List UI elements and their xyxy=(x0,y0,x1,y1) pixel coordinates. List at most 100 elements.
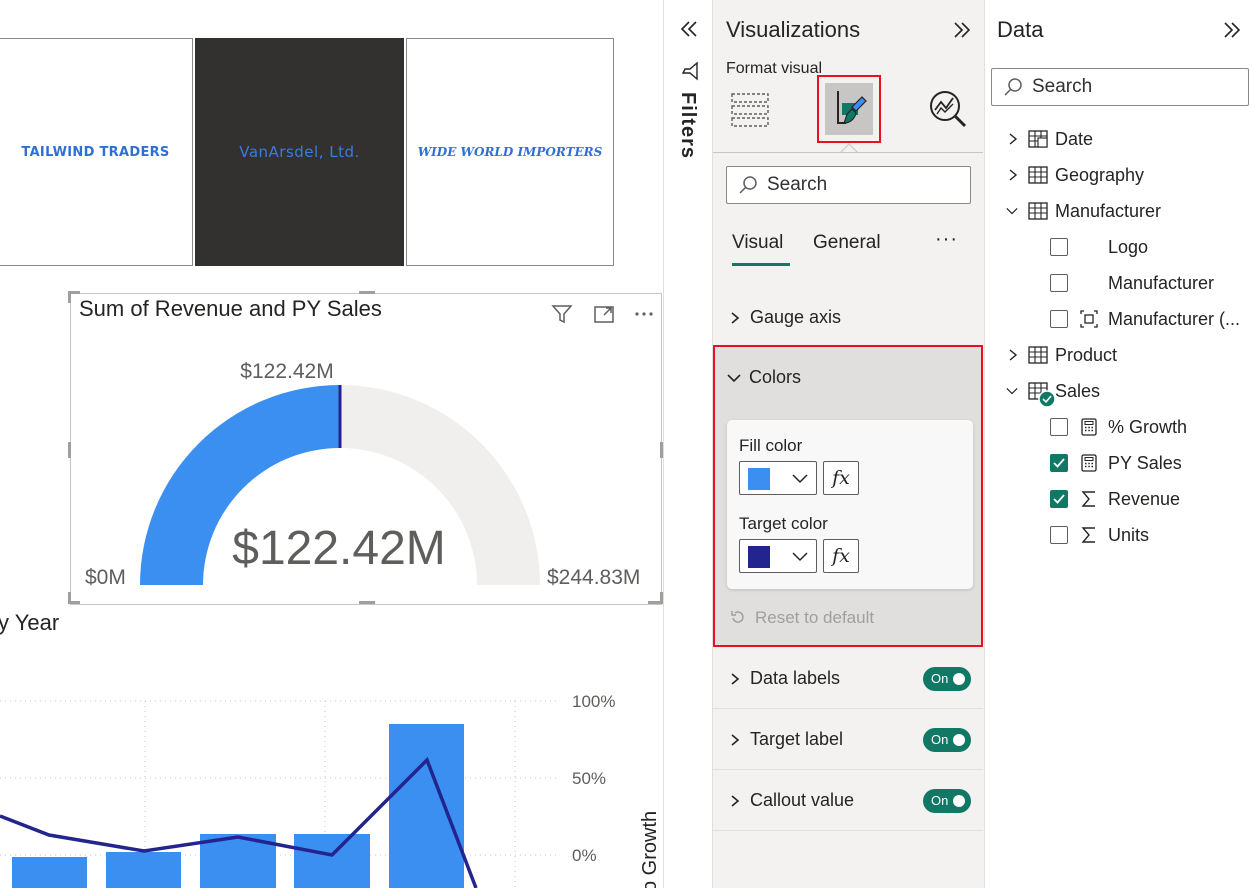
logo-text: VanArsdel, Ltd. xyxy=(239,143,360,161)
target-color-picker[interactable] xyxy=(739,539,817,573)
pane-title: Visualizations xyxy=(726,17,861,42)
chevron-right-icon xyxy=(1009,133,1018,145)
collapse-right-icon[interactable] xyxy=(1221,19,1243,41)
section-colors: Colors Fill color fx Target color fx Res… xyxy=(713,345,983,647)
resize-handle[interactable] xyxy=(648,601,660,604)
tree-label: PY Sales xyxy=(1108,452,1182,473)
combo-chart[interactable]: 100% 50% 0% o Growth xyxy=(0,680,663,888)
tree-label: Manufacturer xyxy=(1108,272,1215,293)
bar[interactable] xyxy=(294,834,370,888)
tree-label: Manufacturer (... xyxy=(1108,308,1241,329)
target-color-swatch xyxy=(748,546,770,568)
data-labels-toggle[interactable]: On xyxy=(923,666,971,691)
colors-card: Fill color fx Target color fx xyxy=(727,420,973,589)
bar[interactable] xyxy=(12,857,87,888)
toggle-label: On xyxy=(931,731,949,747)
field-checkbox[interactable] xyxy=(1050,238,1068,256)
reset-icon xyxy=(731,611,744,623)
fill-color-picker[interactable] xyxy=(739,461,817,495)
tree-field[interactable]: Revenue xyxy=(985,481,1251,517)
resize-handle[interactable] xyxy=(68,592,71,604)
logo-tile-tailwind[interactable]: TAILWIND TRADERS xyxy=(0,38,193,266)
gauge-visual[interactable]: Sum of Revenue and PY Sales $122.42M $12… xyxy=(68,291,663,605)
filter-icon xyxy=(681,61,698,81)
fill-color-swatch xyxy=(748,468,770,490)
filters-pane-collapsed[interactable]: Filters xyxy=(663,0,712,888)
tree-label: Date xyxy=(1055,128,1094,149)
section-gauge-axis[interactable]: Gauge axis xyxy=(713,288,983,348)
search-icon xyxy=(1004,78,1022,96)
reset-to-default-button[interactable]: Reset to default xyxy=(729,608,874,628)
tree-field[interactable]: Manufacturer xyxy=(985,265,1251,301)
gauge-max-label: $244.83M xyxy=(547,566,640,589)
field-checkbox[interactable] xyxy=(1050,310,1068,328)
expand-left-icon[interactable] xyxy=(678,18,700,40)
chevron-right-icon xyxy=(1009,169,1018,181)
tree-table-geography[interactable]: Geography xyxy=(985,157,1251,193)
callout-value-toggle[interactable]: On xyxy=(923,788,971,813)
tree-label: Units xyxy=(1108,524,1150,545)
tree-table-manufacturer[interactable]: Manufacturer xyxy=(985,193,1251,229)
section-callout-value[interactable]: Callout value On xyxy=(713,771,983,831)
fill-color-fx-button[interactable]: fx xyxy=(823,461,859,495)
chevron-down-icon xyxy=(792,552,808,562)
fill-color-label: Fill color xyxy=(739,436,803,455)
gauge-min-label: $0M xyxy=(85,566,126,589)
bar[interactable] xyxy=(106,852,181,888)
field-checkbox-checked[interactable] xyxy=(1050,454,1068,472)
analytics-icon[interactable] xyxy=(927,88,969,130)
chevron-right-icon xyxy=(731,733,740,746)
resize-handle[interactable] xyxy=(68,291,71,303)
viz-search-box[interactable] xyxy=(726,166,971,204)
data-search-box[interactable] xyxy=(991,68,1249,106)
tree-field[interactable]: PY Sales xyxy=(985,445,1251,481)
tab-general[interactable]: General xyxy=(813,232,881,254)
axis-tick: 100% xyxy=(572,692,615,711)
search-input[interactable] xyxy=(1032,76,1202,98)
tree-table-product[interactable]: Product xyxy=(985,337,1251,373)
gauge-target-label: $122.42M xyxy=(240,360,333,383)
axis-tick: 0% xyxy=(572,846,597,865)
colors-header[interactable]: Colors xyxy=(727,367,801,388)
logo-tile-wide-world[interactable]: WIDE WORLD IMPORTERS xyxy=(406,38,614,266)
field-checkbox[interactable] xyxy=(1050,274,1068,292)
tree-field[interactable]: % Growth xyxy=(985,409,1251,445)
tree-label: Logo xyxy=(1108,236,1149,257)
more-options-button[interactable]: ··· xyxy=(935,228,958,251)
pane-title: Data xyxy=(997,17,1044,42)
filters-label[interactable]: Filters xyxy=(676,92,699,159)
chevron-right-icon xyxy=(1009,349,1018,361)
resize-handle[interactable] xyxy=(359,601,375,604)
logo-tile-vanarsdel[interactable]: VanArsdel, Ltd. xyxy=(195,38,404,266)
target-label-toggle[interactable]: On xyxy=(923,727,971,752)
tab-visual[interactable]: Visual xyxy=(732,232,783,254)
format-visual-tab[interactable] xyxy=(817,75,881,143)
resize-handle[interactable] xyxy=(68,442,71,458)
tree-field[interactable]: Logo xyxy=(985,229,1251,265)
format-paintbrush-icon xyxy=(837,91,867,124)
collapse-right-icon[interactable] xyxy=(951,19,973,41)
target-color-fx-button[interactable]: fx xyxy=(823,539,859,573)
bar[interactable] xyxy=(389,724,464,888)
resize-handle[interactable] xyxy=(359,291,375,294)
tree-table-date[interactable]: Date xyxy=(985,121,1251,157)
data-pane: Data Date Geography Man xyxy=(984,0,1251,888)
check-icon xyxy=(1053,458,1065,468)
field-checkbox-checked[interactable] xyxy=(1050,490,1068,508)
sigma-icon xyxy=(1081,491,1095,507)
tree-field[interactable]: Units xyxy=(985,517,1251,553)
table-icon xyxy=(1028,202,1048,220)
tree-field[interactable]: Manufacturer (... xyxy=(985,301,1251,337)
tree-table-sales[interactable]: Sales xyxy=(985,373,1251,409)
gauge-chart: $122.42M $122.42M $0M $244.83M xyxy=(85,360,640,589)
search-input[interactable] xyxy=(767,174,937,196)
build-visual-icon[interactable] xyxy=(730,90,770,130)
section-data-labels[interactable]: Data labels On xyxy=(713,649,983,709)
sigma-icon xyxy=(1081,527,1095,543)
field-checkbox[interactable] xyxy=(1050,418,1068,436)
section-label: Colors xyxy=(749,367,802,387)
section-label: Target label xyxy=(750,729,844,749)
section-target-label[interactable]: Target label On xyxy=(713,710,983,770)
tree-label: Sales xyxy=(1055,380,1101,401)
field-checkbox[interactable] xyxy=(1050,526,1068,544)
